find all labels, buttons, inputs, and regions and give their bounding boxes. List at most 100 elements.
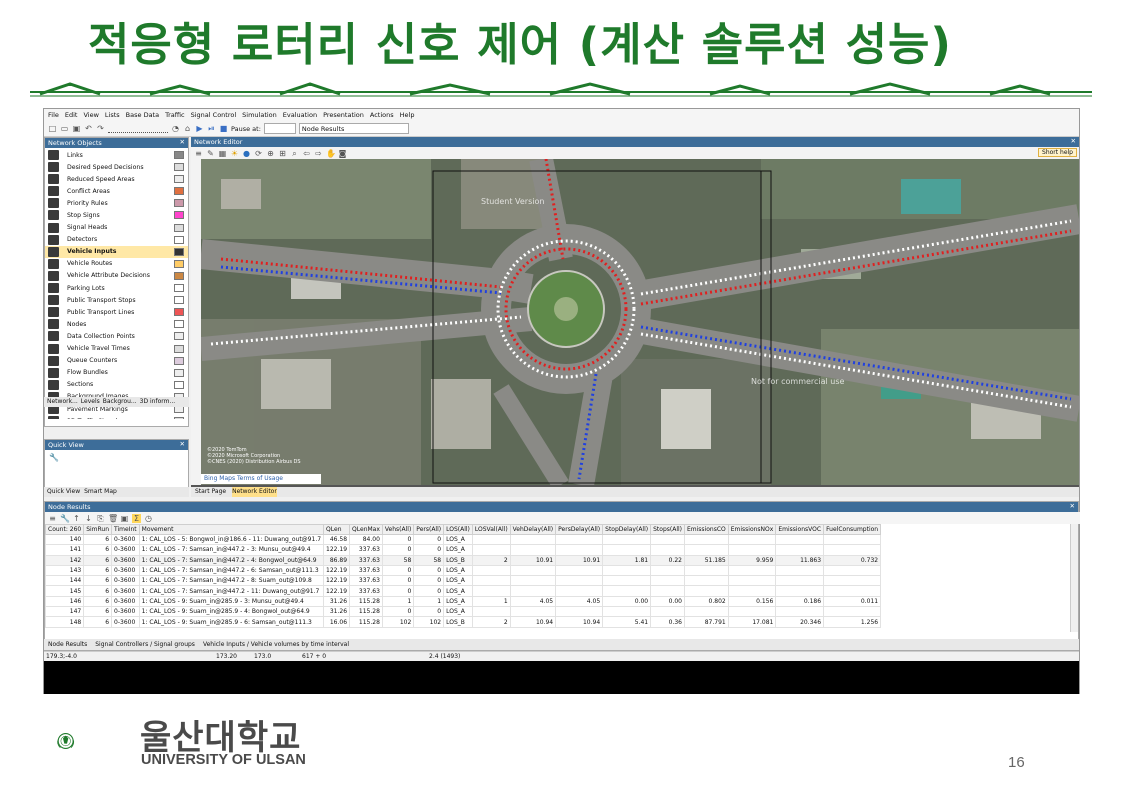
wrench-icon[interactable]: 🔧 — [49, 453, 59, 462]
column-header[interactable]: PersDelay(All) — [555, 524, 604, 535]
table-row[interactable]: 140 6 0-3600 1: CAL_LOS - 5: Bongwol_in@186… — [44, 533, 882, 546]
column-header[interactable]: EmissionsVOC — [775, 524, 825, 535]
table-row[interactable]: 147 6 0-3600 1: CAL_LOS - 9: Suam_in@285.9 … — [44, 606, 882, 618]
visibility-toggle[interactable] — [174, 259, 184, 268]
pause-at-field[interactable] — [263, 123, 296, 134]
network-objects-tab[interactable]: Network... — [47, 397, 78, 407]
play-icon[interactable]: ▶ — [195, 124, 204, 133]
quick-view-tab[interactable]: Smart Map — [84, 487, 117, 497]
visibility-toggle[interactable] — [174, 308, 184, 317]
table-row[interactable]: 142 6 0-3600 1: CAL_LOS - 7: Samsan_in@447.… — [44, 554, 882, 566]
menu-presentation[interactable]: Presentation — [323, 111, 364, 119]
satellite-map-view[interactable] — [201, 159, 1079, 485]
visibility-toggle[interactable] — [174, 175, 184, 184]
network-object-data-point[interactable]: Data Collection Points — [45, 330, 188, 342]
network-objects-tab[interactable]: Levels — [81, 397, 100, 407]
network-object-pt-stop[interactable]: Public Transport Stops — [45, 294, 188, 306]
column-header[interactable]: Movement — [138, 524, 325, 535]
network-object-attribute-decision[interactable]: Vehicle Attribute Decisions — [45, 270, 188, 282]
slider-icon[interactable] — [108, 124, 168, 133]
network-object-parking[interactable]: Parking Lots — [45, 282, 188, 294]
menu-actions[interactable]: Actions — [370, 111, 394, 119]
visibility-toggle[interactable] — [174, 417, 184, 419]
globe-icon[interactable]: ● — [242, 149, 251, 158]
network-object-vehicle-input[interactable]: Vehicle Inputs — [45, 245, 188, 258]
sort-desc-icon[interactable]: ↓ — [84, 514, 93, 523]
copy-icon[interactable]: ⎘ — [96, 514, 105, 523]
results-tab[interactable]: Signal Controllers / Signal groups — [95, 639, 195, 650]
column-header[interactable]: Stops(All) — [650, 524, 685, 535]
visibility-toggle[interactable] — [174, 247, 184, 256]
sun-icon[interactable]: ☀ — [230, 149, 239, 158]
stop-icon[interactable]: ■ — [219, 124, 228, 133]
network-object-queue-counter[interactable]: Queue Counters — [45, 355, 188, 367]
table-row[interactable]: 145 6 0-3600 1: CAL_LOS - 7: Samsan_in@447.… — [44, 585, 882, 597]
arrow-right-icon[interactable]: ⇨ — [314, 149, 323, 158]
undo-icon[interactable]: ↶ — [84, 124, 93, 133]
network-object-priority-rule[interactable]: Priority Rules — [45, 197, 188, 209]
menu-traffic[interactable]: Traffic — [165, 111, 185, 119]
camera-icon[interactable]: ◙ — [338, 149, 347, 158]
menu-file[interactable]: File — [48, 111, 59, 119]
menu-view[interactable]: View — [83, 111, 98, 119]
panel-close-icon[interactable]: ✕ — [1070, 502, 1075, 510]
results-tab[interactable]: Node Results — [48, 639, 87, 650]
save-icon[interactable]: ▣ — [120, 514, 129, 523]
visibility-toggle[interactable] — [174, 211, 184, 220]
table-row[interactable]: 143 6 0-3600 1: CAL_LOS - 7: Samsan_in@447.… — [44, 564, 882, 577]
visibility-toggle[interactable] — [174, 235, 184, 244]
speed-icon[interactable]: ◔ — [171, 124, 180, 133]
network-object-signal-head[interactable]: Signal Heads — [45, 222, 188, 234]
network-object-reduced-speed[interactable]: Reduced Speed Areas — [45, 173, 188, 185]
visibility-toggle[interactable] — [174, 271, 184, 280]
visibility-toggle[interactable] — [174, 187, 184, 196]
column-header[interactable]: LOS(All) — [443, 524, 473, 535]
visibility-toggle[interactable] — [174, 356, 184, 365]
network-object-detector[interactable]: Detectors — [45, 234, 188, 246]
panel-close-icon[interactable]: ✕ — [180, 440, 185, 448]
network-object-traffic-signal-3d[interactable]: 3D Traffic Signals — [45, 415, 188, 419]
network-object-node[interactable]: Nodes — [45, 318, 188, 330]
network-object-vehicle-route[interactable]: Vehicle Routes — [45, 258, 188, 270]
visibility-toggle[interactable] — [174, 223, 184, 232]
network-objects-tab[interactable]: Backgrou... — [103, 397, 137, 407]
rotate-icon[interactable]: ⟳ — [254, 149, 263, 158]
menu-signal-control[interactable]: Signal Control — [191, 111, 237, 119]
step-icon[interactable]: ⏯ — [207, 124, 216, 133]
network-object-travel-time[interactable]: Vehicle Travel Times — [45, 343, 188, 355]
zoom-in-icon[interactable]: ⊕ — [266, 149, 275, 158]
column-header[interactable]: EmissionsCO — [684, 524, 729, 535]
save-icon[interactable]: ▣ — [72, 124, 81, 133]
quick-view-tab[interactable]: Quick View — [47, 487, 80, 497]
results-scrollbar[interactable] — [1070, 524, 1078, 632]
visibility-toggle[interactable] — [174, 344, 184, 353]
network-object-flow-bundle[interactable]: Flow Bundles — [45, 367, 188, 379]
column-header[interactable]: QLenMax — [349, 524, 383, 535]
bing-maps-terms-link[interactable]: Bing Maps Terms of Usage — [201, 474, 321, 484]
home-icon[interactable]: ⌂ — [183, 124, 192, 133]
menu-base-data[interactable]: Base Data — [126, 111, 159, 119]
arrow-left-icon[interactable]: ⇦ — [302, 149, 311, 158]
time-icon[interactable]: ◷ — [144, 514, 153, 523]
network-object-conflict-area[interactable]: Conflict Areas — [45, 185, 188, 197]
column-header[interactable]: TimeInt — [111, 524, 140, 535]
list-layout-icon[interactable]: ≡ — [48, 514, 57, 523]
sum-icon[interactable]: Σ — [132, 513, 141, 523]
edit-icon[interactable]: ✎ — [206, 149, 215, 158]
new-file-icon[interactable]: □ — [48, 124, 57, 133]
column-header[interactable]: SimRun — [83, 524, 113, 535]
network-object-section[interactable]: Sections — [45, 379, 188, 391]
visibility-toggle[interactable] — [174, 199, 184, 208]
wrench-icon[interactable]: 🔧 — [60, 514, 70, 523]
pan-hand-icon[interactable]: ✋ — [326, 149, 336, 158]
network-object-desired-speed[interactable]: Desired Speed Decisions — [45, 161, 188, 173]
grid-icon[interactable]: ▦ — [218, 149, 227, 158]
visibility-toggle[interactable] — [174, 320, 184, 329]
menu-lists[interactable]: Lists — [105, 111, 120, 119]
visibility-toggle[interactable] — [174, 296, 184, 305]
visibility-toggle[interactable] — [174, 380, 184, 389]
column-header[interactable]: VehDelay(All) — [509, 524, 557, 535]
network-object-links[interactable]: Links — [45, 149, 188, 161]
table-row[interactable]: 146 6 0-3600 1: CAL_LOS - 9: Suam_in@285.9 … — [44, 595, 882, 608]
visibility-toggle[interactable] — [174, 163, 184, 172]
